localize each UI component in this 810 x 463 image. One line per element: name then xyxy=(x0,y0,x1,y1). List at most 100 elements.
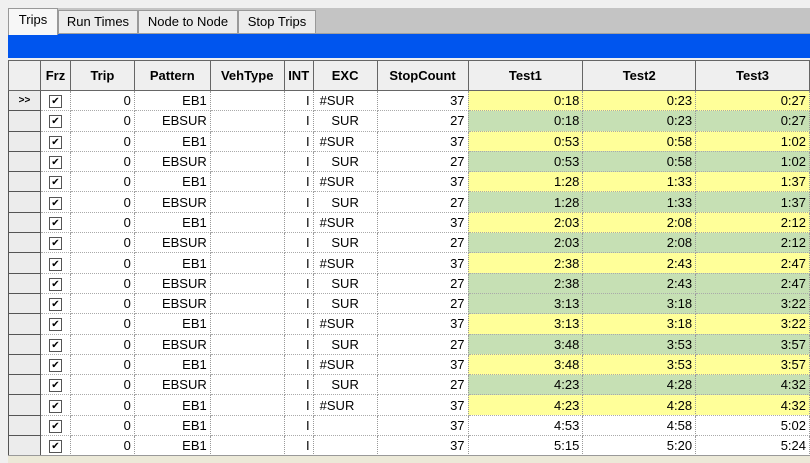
row-selector[interactable] xyxy=(8,232,41,254)
stopcount-cell[interactable]: 37 xyxy=(377,212,469,234)
test2-cell[interactable]: 2:08 xyxy=(582,212,697,234)
stopcount-cell[interactable]: 27 xyxy=(377,151,469,173)
stopcount-cell[interactable]: 37 xyxy=(377,90,469,112)
checkbox-icon[interactable]: ✔ xyxy=(48,156,62,170)
tab-run-times[interactable]: Run Times xyxy=(58,10,138,33)
stopcount-cell[interactable]: 37 xyxy=(377,415,469,437)
checkbox-icon[interactable]: ✔ xyxy=(48,419,62,433)
test2-cell[interactable]: 5:20 xyxy=(582,435,697,457)
test2-cell[interactable]: 2:08 xyxy=(582,232,697,254)
stopcount-cell[interactable]: 27 xyxy=(377,293,469,315)
checkbox-icon[interactable]: ✔ xyxy=(48,176,62,190)
int-cell[interactable]: I xyxy=(284,415,314,437)
int-cell[interactable]: I xyxy=(284,354,314,376)
frz-checkbox[interactable]: ✔ xyxy=(40,334,71,355)
trip-cell[interactable]: 0 xyxy=(70,212,135,234)
pattern-cell[interactable]: EBSUR xyxy=(134,151,211,173)
tab-trips[interactable]: Trips xyxy=(8,8,58,35)
frz-checkbox[interactable]: ✔ xyxy=(40,354,71,376)
test2-cell[interactable]: 0:23 xyxy=(582,110,697,132)
checkbox-icon[interactable]: ✔ xyxy=(48,277,62,291)
trip-cell[interactable]: 0 xyxy=(70,415,135,437)
column-header-test2[interactable]: Test2 xyxy=(582,60,697,91)
exc-cell[interactable]: SUR xyxy=(313,334,378,355)
table-row[interactable]: ✔ 0 EBSUR I SUR 27 0:53 0:58 1:02 xyxy=(8,151,810,173)
test3-cell[interactable]: 2:12 xyxy=(695,232,810,254)
trip-cell[interactable]: 0 xyxy=(70,273,135,294)
checkbox-icon[interactable]: ✔ xyxy=(48,318,62,332)
trip-cell[interactable]: 0 xyxy=(70,252,135,274)
test3-cell[interactable]: 4:32 xyxy=(695,394,810,416)
pattern-cell[interactable]: EB1 xyxy=(134,90,211,112)
test1-cell[interactable]: 1:28 xyxy=(468,171,584,193)
int-cell[interactable]: I xyxy=(284,334,314,355)
frz-checkbox[interactable]: ✔ xyxy=(40,374,71,396)
column-header-row-selector[interactable] xyxy=(8,60,41,91)
checkbox-icon[interactable]: ✔ xyxy=(48,440,62,454)
checkbox-icon[interactable]: ✔ xyxy=(48,359,62,373)
frz-checkbox[interactable]: ✔ xyxy=(40,191,71,213)
stopcount-cell[interactable]: 37 xyxy=(377,313,469,335)
vehtype-cell[interactable] xyxy=(210,131,285,152)
stopcount-cell[interactable]: 37 xyxy=(377,354,469,376)
test3-cell[interactable]: 2:12 xyxy=(695,212,810,234)
checkbox-icon[interactable]: ✔ xyxy=(48,298,62,312)
row-selector[interactable] xyxy=(8,171,41,193)
pattern-cell[interactable]: EB1 xyxy=(134,252,211,274)
tab-stop-trips[interactable]: Stop Trips xyxy=(238,10,316,33)
stopcount-cell[interactable]: 37 xyxy=(377,171,469,193)
table-row[interactable]: ✔ 0 EB1 I #SUR 37 4:23 4:28 4:32 xyxy=(8,394,810,416)
test2-cell[interactable]: 0:23 xyxy=(582,90,697,112)
test2-cell[interactable]: 3:18 xyxy=(582,293,697,315)
int-cell[interactable]: I xyxy=(284,212,314,234)
test3-cell[interactable]: 5:24 xyxy=(695,435,810,457)
exc-cell[interactable]: SUR xyxy=(313,232,378,254)
row-selector[interactable] xyxy=(8,374,41,396)
column-header-test1[interactable]: Test1 xyxy=(467,60,584,91)
exc-cell[interactable]: #SUR xyxy=(313,171,378,193)
vehtype-cell[interactable] xyxy=(210,394,285,416)
trip-cell[interactable]: 0 xyxy=(70,191,135,213)
frz-checkbox[interactable]: ✔ xyxy=(40,313,71,335)
test3-cell[interactable]: 2:47 xyxy=(695,252,810,274)
column-header-exc[interactable]: EXC xyxy=(312,60,378,91)
checkbox-icon[interactable]: ✔ xyxy=(48,379,62,393)
trip-cell[interactable]: 0 xyxy=(70,171,135,193)
stopcount-cell[interactable]: 27 xyxy=(377,191,469,213)
test1-cell[interactable]: 4:23 xyxy=(468,394,584,416)
test1-cell[interactable]: 3:13 xyxy=(468,293,584,315)
checkbox-icon[interactable]: ✔ xyxy=(48,196,62,210)
trip-cell[interactable]: 0 xyxy=(70,354,135,376)
stopcount-cell[interactable]: 27 xyxy=(377,273,469,294)
vehtype-cell[interactable] xyxy=(210,151,285,173)
stopcount-cell[interactable]: 37 xyxy=(377,252,469,274)
vehtype-cell[interactable] xyxy=(210,313,285,335)
test1-cell[interactable]: 3:13 xyxy=(468,313,584,335)
table-row[interactable]: ✔ 0 EB1 I #SUR 37 2:38 2:43 2:47 xyxy=(8,252,810,274)
int-cell[interactable]: I xyxy=(284,293,314,315)
tab-node-to-node[interactable]: Node to Node xyxy=(138,10,238,33)
test2-cell[interactable]: 1:33 xyxy=(582,191,697,213)
row-selector[interactable] xyxy=(8,334,41,355)
test2-cell[interactable]: 2:43 xyxy=(582,273,697,294)
vehtype-cell[interactable] xyxy=(210,110,285,132)
row-selector[interactable] xyxy=(8,212,41,234)
int-cell[interactable]: I xyxy=(284,374,314,396)
table-row[interactable]: >> ✔ 0 EB1 I #SUR 37 0:18 0:23 0:27 xyxy=(8,90,810,112)
trip-cell[interactable]: 0 xyxy=(70,435,135,457)
pattern-cell[interactable]: EB1 xyxy=(134,394,211,416)
test2-cell[interactable]: 4:28 xyxy=(582,394,697,416)
exc-cell[interactable]: SUR xyxy=(313,110,378,132)
checkbox-icon[interactable]: ✔ xyxy=(48,115,62,129)
trip-cell[interactable]: 0 xyxy=(70,232,135,254)
frz-checkbox[interactable]: ✔ xyxy=(40,212,71,234)
test1-cell[interactable]: 0:53 xyxy=(468,131,584,152)
trip-cell[interactable]: 0 xyxy=(70,110,135,132)
column-header-trip[interactable]: Trip xyxy=(69,60,135,91)
checkbox-icon[interactable]: ✔ xyxy=(48,216,62,230)
row-selector[interactable] xyxy=(8,151,41,173)
test3-cell[interactable]: 4:32 xyxy=(695,374,810,396)
stopcount-cell[interactable]: 37 xyxy=(377,394,469,416)
exc-cell[interactable] xyxy=(313,435,378,457)
table-row[interactable]: ✔ 0 EBSUR I SUR 27 2:38 2:43 2:47 xyxy=(8,273,810,294)
